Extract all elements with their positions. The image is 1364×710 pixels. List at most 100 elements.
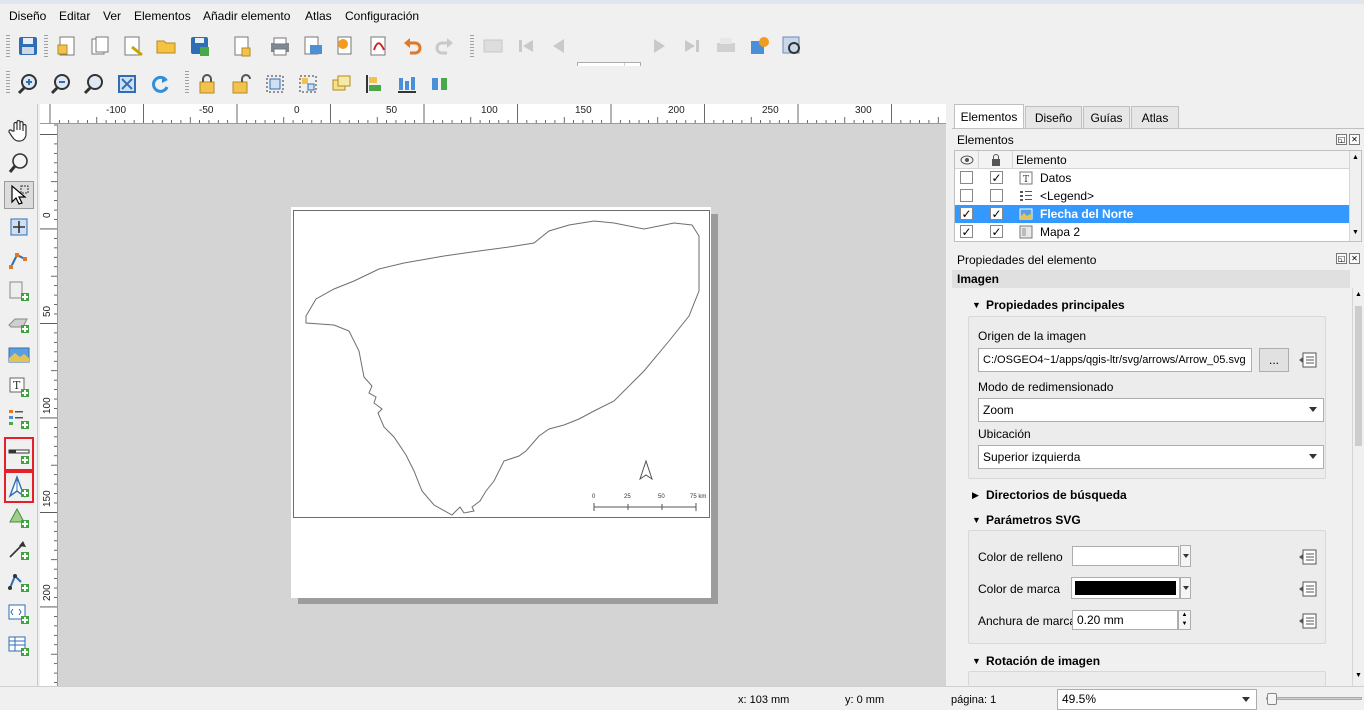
data-defined-override-icon[interactable] [1298, 611, 1320, 631]
add-picture-icon[interactable] [4, 341, 34, 369]
add-node-item-icon[interactable] [4, 568, 34, 596]
add-label-icon[interactable]: T [4, 373, 34, 401]
export-svg-icon[interactable] [333, 33, 359, 59]
print-atlas-icon[interactable] [713, 33, 739, 59]
zoom-slider-thumb[interactable] [1267, 693, 1277, 705]
tab-elementos[interactable]: Elementos [954, 104, 1024, 128]
item-row[interactable]: <Legend> [955, 187, 1351, 205]
chevron-down-icon[interactable] [1309, 454, 1317, 459]
item-row[interactable]: ✓ ✓ Mapa 2 [955, 223, 1351, 241]
section-search-directories[interactable]: ▶ Directorios de búsqueda [972, 488, 1127, 502]
north-arrow-icon[interactable] [639, 459, 653, 481]
atlas-preview-icon[interactable] [480, 33, 506, 59]
edit-nodes-icon[interactable] [4, 245, 34, 273]
zoom-in-icon[interactable] [15, 71, 41, 97]
item-column-header[interactable]: Elemento [1013, 151, 1351, 169]
atlas-settings-icon[interactable] [779, 33, 805, 59]
menu-anadir-elemento[interactable]: Añadir elemento [203, 9, 290, 23]
group-items-icon[interactable] [262, 71, 288, 97]
toolbar-grip-4[interactable] [6, 71, 10, 95]
add-attribute-table-icon[interactable] [4, 632, 34, 660]
toolbar-grip-2[interactable] [44, 35, 48, 59]
close-panel-icon[interactable]: ✕ [1349, 253, 1360, 264]
lock-checkbox[interactable]: ✓ [990, 171, 1003, 184]
align-items-icon[interactable] [361, 71, 387, 97]
add-3d-map-icon[interactable] [4, 309, 34, 337]
duplicate-layout-icon[interactable] [87, 33, 113, 59]
fill-color-button[interactable] [1072, 546, 1179, 566]
export-image-icon[interactable] [300, 33, 326, 59]
add-page-icon[interactable] [4, 277, 34, 305]
scroll-thumb[interactable] [1355, 306, 1362, 446]
add-arrow-icon[interactable] [4, 536, 34, 564]
caret-down-icon[interactable]: ▼ [972, 300, 981, 310]
lock-checkbox[interactable] [990, 189, 1003, 202]
item-row-selected[interactable]: ✓ ✓ Flecha del Norte [955, 205, 1351, 223]
add-shape-icon[interactable] [4, 504, 34, 532]
scroll-up-icon[interactable]: ▲ [1352, 154, 1359, 161]
save-as-template-icon[interactable] [187, 33, 213, 59]
lock-checkbox[interactable]: ✓ [990, 225, 1003, 238]
caret-down-icon[interactable]: ▼ [972, 656, 981, 666]
scroll-up-icon[interactable]: ▲ [1355, 291, 1362, 298]
pan-tool-icon[interactable] [4, 117, 34, 145]
section-svg-parameters[interactable]: ▼ Parámetros SVG [972, 513, 1081, 527]
add-scalebar-icon[interactable] [4, 437, 34, 471]
placement-select[interactable]: Superior izquierda [978, 445, 1324, 469]
last-feature-icon[interactable] [679, 33, 705, 59]
properties-scrollbar[interactable]: ▲ ▼ [1352, 288, 1364, 686]
menu-ver[interactable]: Ver [103, 9, 121, 23]
chevron-down-icon[interactable] [1242, 697, 1250, 702]
eye-icon[interactable] [955, 151, 979, 169]
caret-right-icon[interactable]: ▶ [972, 490, 979, 501]
data-defined-override-icon[interactable] [1298, 547, 1320, 567]
zoom-actual-icon[interactable] [81, 71, 107, 97]
tab-guias[interactable]: Guías [1083, 106, 1130, 128]
zoom-slider[interactable] [1266, 693, 1362, 705]
add-north-arrow-icon[interactable] [4, 471, 34, 503]
spin-arrows-icon[interactable]: ▲ ▼ [1178, 610, 1191, 630]
visibility-checkbox[interactable]: ✓ [960, 207, 973, 220]
layout-canvas[interactable]: 0 25 50 75 km [58, 124, 946, 686]
first-feature-icon[interactable] [513, 33, 539, 59]
data-defined-override-icon[interactable] [1298, 350, 1320, 370]
unlock-items-icon[interactable] [228, 71, 254, 97]
chevron-down-icon[interactable] [1180, 545, 1191, 567]
export-atlas-icon[interactable] [746, 33, 772, 59]
menu-configuracion[interactable]: Configuración [345, 9, 419, 23]
raise-items-icon[interactable] [328, 71, 354, 97]
redo-icon[interactable] [432, 33, 458, 59]
item-row[interactable]: ✓ T Datos [955, 169, 1351, 187]
float-panel-icon[interactable]: ◱ [1336, 253, 1347, 264]
resize-mode-select[interactable]: Zoom [978, 398, 1324, 422]
scroll-down-icon[interactable]: ▼ [1355, 672, 1362, 679]
resize-items-icon[interactable] [427, 71, 453, 97]
close-panel-icon[interactable]: ✕ [1349, 134, 1360, 145]
toolbar-grip-5[interactable] [185, 71, 189, 95]
visibility-checkbox[interactable] [960, 171, 973, 184]
caret-down-icon[interactable]: ▼ [972, 515, 981, 525]
save-icon[interactable] [15, 33, 41, 59]
stroke-color-button[interactable] [1071, 577, 1180, 599]
add-html-icon[interactable] [4, 600, 34, 628]
menu-diseno[interactable]: Diseño [9, 9, 46, 23]
new-layout-icon[interactable] [54, 33, 80, 59]
select-tool-icon[interactable] [4, 181, 34, 209]
tab-diseno[interactable]: Diseño [1025, 106, 1082, 128]
print-icon[interactable] [267, 33, 293, 59]
layout-manager-icon[interactable] [120, 33, 146, 59]
float-panel-icon[interactable]: ◱ [1336, 134, 1347, 145]
lock-items-icon[interactable] [195, 71, 221, 97]
toolbar-grip[interactable] [6, 35, 10, 59]
stroke-width-spinbox[interactable]: 0.20 mm [1072, 610, 1178, 630]
undo-icon[interactable] [399, 33, 425, 59]
menu-editar[interactable]: Editar [59, 9, 90, 23]
distribute-items-icon[interactable] [394, 71, 420, 97]
image-source-input[interactable]: C:/OSGEO4~1/apps/qgis-ltr/svg/arrows/Arr… [978, 348, 1252, 372]
zoom-select[interactable]: 49.5% [1057, 689, 1257, 710]
refresh-icon[interactable] [147, 71, 173, 97]
move-content-icon[interactable] [4, 213, 34, 241]
chevron-down-icon[interactable] [1180, 577, 1191, 599]
items-scrollbar[interactable]: ▲ ▼ [1349, 151, 1361, 241]
data-defined-override-icon[interactable] [1298, 579, 1320, 599]
